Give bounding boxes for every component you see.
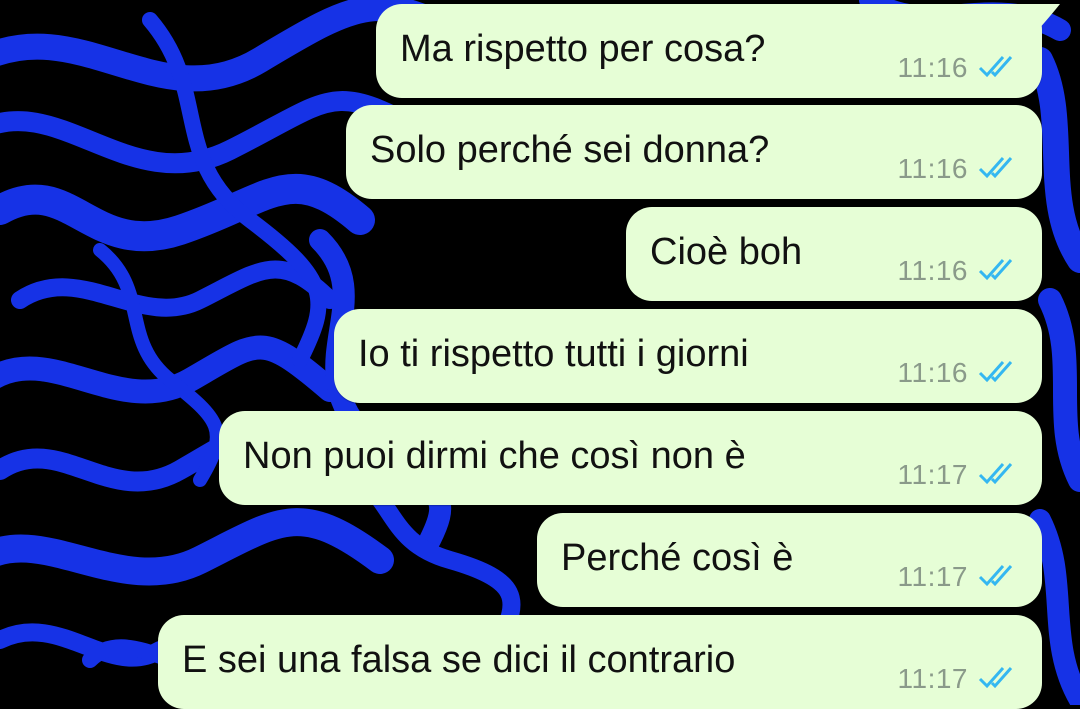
message-time: 11:16 xyxy=(897,255,968,286)
bubble-tail xyxy=(1014,4,1060,34)
double-check-icon xyxy=(978,56,1013,78)
double-check-icon xyxy=(978,463,1013,485)
message-bubble[interactable]: E sei una falsa se dici il contrario 11:… xyxy=(158,615,1042,709)
message-time: 11:17 xyxy=(897,663,968,694)
message-time: 11:16 xyxy=(897,357,968,388)
message-text: Ma rispetto per cosa? xyxy=(400,28,766,70)
message-bubble[interactable]: Io ti rispetto tutti i giorni 11:16 xyxy=(334,309,1042,403)
double-check-icon xyxy=(978,259,1013,281)
message-bubble[interactable]: Non puoi dirmi che così non è 11:17 xyxy=(219,411,1042,505)
message-text: Solo perché sei donna? xyxy=(370,129,770,171)
message-time: 11:17 xyxy=(897,561,968,592)
double-check-icon xyxy=(978,667,1013,689)
double-check-icon xyxy=(978,157,1013,179)
message-time: 11:16 xyxy=(897,52,968,83)
message-time: 11:17 xyxy=(897,459,968,490)
message-text: Io ti rispetto tutti i giorni xyxy=(358,333,749,375)
message-bubble[interactable]: Solo perché sei donna? 11:16 xyxy=(346,105,1042,199)
message-text: Non puoi dirmi che così non è xyxy=(243,435,746,477)
double-check-icon xyxy=(978,361,1013,383)
message-text: Cioè boh xyxy=(650,231,803,273)
double-check-icon xyxy=(978,565,1013,587)
message-time: 11:16 xyxy=(897,153,968,184)
message-text: E sei una falsa se dici il contrario xyxy=(182,639,736,681)
message-bubble[interactable]: Ma rispetto per cosa? 11:16 xyxy=(376,4,1042,98)
chat-thread: Ma rispetto per cosa? 11:16 Solo perché … xyxy=(0,0,1080,709)
message-text: Perché così è xyxy=(561,537,794,579)
message-bubble[interactable]: Perché così è 11:17 xyxy=(537,513,1042,607)
message-bubble[interactable]: Cioè boh 11:16 xyxy=(626,207,1042,301)
